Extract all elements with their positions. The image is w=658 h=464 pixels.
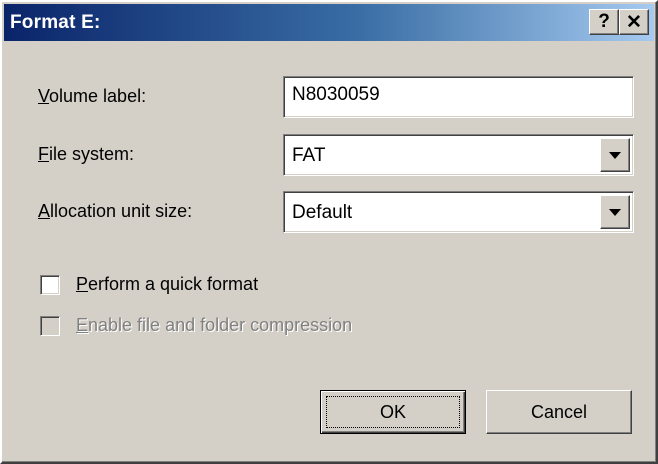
quick-format-label[interactable]: Perform a quick format [76,274,258,295]
dialog-title: Format E: [10,12,101,33]
close-icon: ✕ [626,11,642,33]
allocation-unit-size-value: Default [292,202,353,223]
title-bar[interactable]: Format E: ? ✕ [4,4,654,41]
close-button[interactable]: ✕ [619,9,649,35]
volume-label-input[interactable]: N8030059 [283,76,634,118]
compression-checkbox [40,316,60,336]
ok-button[interactable]: OK [320,390,466,434]
quick-format-checkbox[interactable] [40,275,60,295]
help-icon: ? [598,11,610,32]
volume-label-label: Volume label: [38,86,147,106]
cancel-button-label: Cancel [530,401,588,422]
allocation-unit-size-dropdown-arrow-icon[interactable] [600,195,630,229]
format-dialog: Format E: ? ✕ Volume label: N8030059 Fil… [0,0,658,464]
cancel-button[interactable]: Cancel [486,390,632,434]
file-system-select[interactable]: FAT [283,134,634,176]
compression-label: Enable file and folder compression [76,315,353,335]
file-system-label: File system: [38,144,135,164]
allocation-unit-size-label: Allocation unit size: [38,201,193,221]
allocation-unit-size-select[interactable]: Default [283,191,634,233]
help-button[interactable]: ? [589,9,619,35]
file-system-dropdown-arrow-icon[interactable] [600,138,630,172]
focus-rectangle [326,396,460,428]
file-system-value: FAT [292,145,326,166]
